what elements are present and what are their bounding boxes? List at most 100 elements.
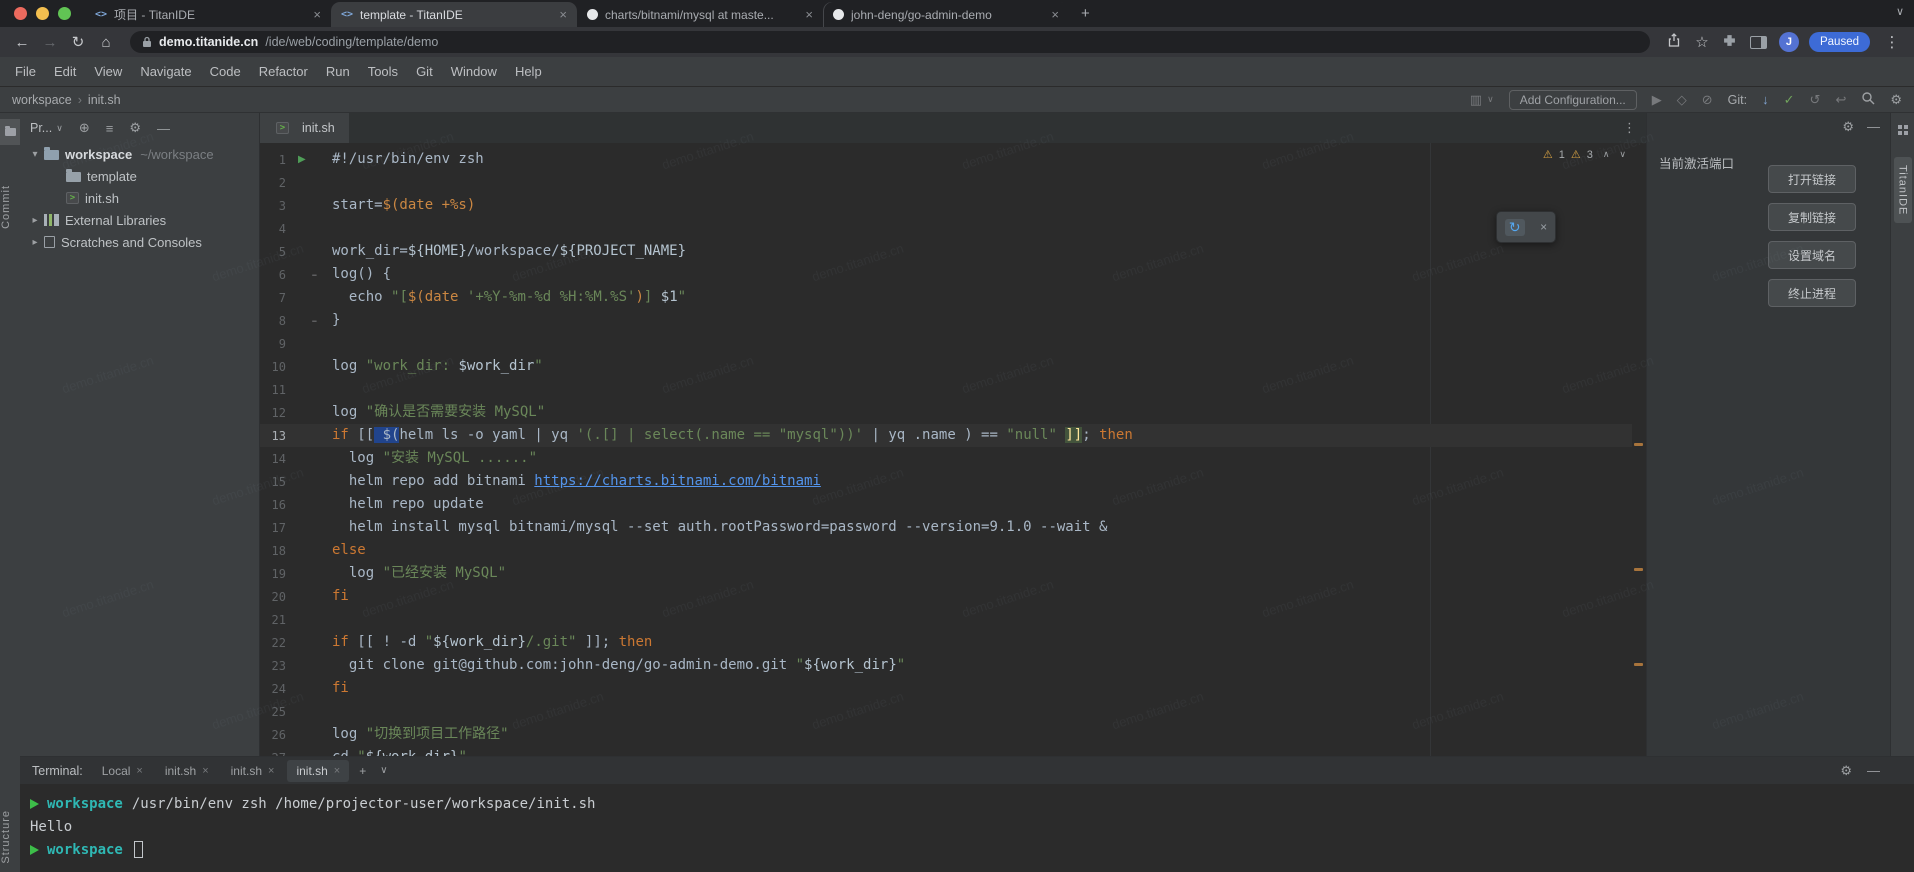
devices-dropdown-icon[interactable]: ∨	[1487, 94, 1494, 105]
browser-tab[interactable]: charts/bitnami/mysql at maste...×	[577, 2, 823, 27]
ports-settings-icon[interactable]: ⚙	[1842, 119, 1854, 135]
side-panel-icon[interactable]	[1750, 36, 1767, 49]
new-tab-button[interactable]: +	[1069, 5, 1102, 22]
tab-close-icon[interactable]: ×	[559, 8, 567, 21]
tree-expander-icon[interactable]: ▾	[28, 149, 42, 160]
fold-icon[interactable]: −	[286, 270, 320, 280]
menu-tools[interactable]: Tools	[359, 64, 407, 79]
locate-file-icon[interactable]: ⊕	[79, 120, 90, 136]
share-icon[interactable]	[1662, 33, 1686, 51]
search-everywhere-icon[interactable]	[1861, 91, 1875, 108]
scrollbar-warning-mark[interactable]	[1634, 663, 1643, 666]
code-line[interactable]: log "已经安装 MySQL"	[324, 562, 1632, 585]
menu-help[interactable]: Help	[506, 64, 551, 79]
code-line[interactable]: if [[ $(helm ls -o yaml | yq '(.[] | sel…	[324, 424, 1632, 447]
code-line[interactable]	[324, 171, 1632, 194]
code-line[interactable]: helm install mysql bitnami/mysql --set a…	[324, 516, 1632, 539]
code-line[interactable]: log "安装 MySQL ......"	[324, 447, 1632, 470]
tab-search-icon[interactable]: ∨	[1896, 5, 1904, 18]
menu-run[interactable]: Run	[317, 64, 359, 79]
port-action-button[interactable]: 终止进程	[1768, 279, 1856, 307]
port-action-button[interactable]: 复制链接	[1768, 203, 1856, 231]
menu-edit[interactable]: Edit	[45, 64, 85, 79]
chrome-menu-icon[interactable]: ⋮	[1880, 33, 1904, 51]
debug-button[interactable]: ◇	[1677, 92, 1687, 108]
grid-tool-icon[interactable]	[1898, 125, 1902, 129]
code-line[interactable]: fi	[324, 585, 1632, 608]
tree-expander-icon[interactable]: ▸	[28, 237, 42, 248]
code-line[interactable]: log "确认是否需要安装 MySQL"	[324, 401, 1632, 424]
code-line[interactable]	[324, 608, 1632, 631]
titanide-tool-button[interactable]: TitanIDE	[1894, 157, 1912, 223]
tab-close-icon[interactable]: ×	[1051, 8, 1059, 21]
refresh-ports-button[interactable]: ↻	[1505, 219, 1525, 236]
code-line[interactable]: log "切换到项目工作路径"	[324, 723, 1632, 746]
git-update-icon[interactable]: ↓	[1762, 92, 1769, 107]
terminal-settings-icon[interactable]: ⚙	[1840, 763, 1852, 779]
run-line-icon[interactable]: ▶	[286, 154, 320, 165]
port-action-button[interactable]: 打开链接	[1768, 165, 1856, 193]
minimize-window-button[interactable]	[36, 7, 49, 20]
code-line[interactable]: helm repo add bitnami https://charts.bit…	[324, 470, 1632, 493]
browser-tab[interactable]: <>项目 - TitanIDE×	[85, 2, 331, 27]
code-line[interactable]: fi	[324, 677, 1632, 700]
code-line[interactable]: helm repo update	[324, 493, 1632, 516]
code-line[interactable]	[324, 332, 1632, 355]
git-history-icon[interactable]: ↩	[1835, 92, 1846, 108]
tab-close-icon[interactable]: ×	[136, 765, 142, 777]
tab-close-icon[interactable]: ×	[334, 765, 340, 777]
hide-ports-panel-icon[interactable]: —	[1867, 119, 1880, 135]
terminal-tab[interactable]: init.sh×	[156, 760, 218, 782]
tab-close-icon[interactable]: ×	[268, 765, 274, 777]
menu-window[interactable]: Window	[442, 64, 506, 79]
tab-close-icon[interactable]: ×	[313, 8, 321, 21]
code-line[interactable]: git clone git@github.com:john-deng/go-ad…	[324, 654, 1632, 677]
tab-close-icon[interactable]: ×	[805, 8, 813, 21]
code-line[interactable]: else	[324, 539, 1632, 562]
terminal-tab[interactable]: init.sh×	[287, 760, 349, 782]
port-action-button[interactable]: 设置域名	[1768, 241, 1856, 269]
tree-expander-icon[interactable]: ▸	[28, 215, 42, 226]
breadcrumb-file[interactable]: init.sh	[88, 93, 121, 107]
fold-icon[interactable]: −	[286, 316, 320, 326]
fullscreen-window-button[interactable]	[58, 7, 71, 20]
collapse-all-icon[interactable]: ≡	[106, 121, 114, 136]
code-line[interactable]: log "work_dir: $work_dir"	[324, 355, 1632, 378]
run-button[interactable]: ▶	[1652, 92, 1662, 108]
prev-issue-icon[interactable]: ∧	[1603, 149, 1610, 160]
terminal-cursor[interactable]	[134, 841, 143, 858]
add-configuration-button[interactable]: Add Configuration...	[1509, 90, 1637, 110]
stop-button[interactable]: ⊘	[1702, 92, 1713, 108]
editor-tab-options-icon[interactable]: ⋮	[1623, 120, 1646, 136]
tree-item[interactable]: >init.sh	[20, 187, 259, 209]
tree-item[interactable]: ▸External Libraries	[20, 209, 259, 231]
tab-close-icon[interactable]: ×	[202, 765, 208, 777]
tree-item[interactable]: ▾workspace~/workspace	[20, 143, 259, 165]
sync-paused-badge[interactable]: Paused	[1809, 32, 1870, 52]
back-icon[interactable]: ←	[10, 34, 34, 51]
project-tool-button[interactable]	[0, 119, 20, 145]
menu-refactor[interactable]: Refactor	[250, 64, 317, 79]
scrollbar-warning-mark[interactable]	[1634, 443, 1643, 446]
menu-file[interactable]: File	[6, 64, 45, 79]
home-icon[interactable]: ⌂	[94, 34, 118, 51]
browser-tab[interactable]: <>template - TitanIDE×	[331, 2, 577, 27]
code-line[interactable]	[324, 217, 1632, 240]
git-commit-icon[interactable]: ✓	[1784, 92, 1795, 108]
code-line[interactable]: cd "${work_dir}"	[324, 746, 1632, 756]
menu-navigate[interactable]: Navigate	[131, 64, 200, 79]
profile-avatar[interactable]: J	[1779, 32, 1799, 52]
code-line[interactable]: }	[324, 309, 1632, 332]
code-line[interactable]: log() {	[324, 263, 1632, 286]
code-line[interactable]	[324, 378, 1632, 401]
browser-tab[interactable]: john-deng/go-admin-demo×	[823, 2, 1069, 27]
devices-icon[interactable]: ▥	[1470, 92, 1482, 108]
tree-item[interactable]: ▸Scratches and Consoles	[20, 231, 259, 253]
close-window-button[interactable]	[14, 7, 27, 20]
menu-view[interactable]: View	[85, 64, 131, 79]
ide-settings-icon[interactable]: ⚙	[1890, 92, 1902, 108]
git-rollback-icon[interactable]: ↺	[1810, 92, 1821, 108]
reload-icon[interactable]: ↻	[66, 33, 90, 51]
scrollbar-warning-mark[interactable]	[1634, 568, 1643, 571]
forward-icon[interactable]: →	[38, 34, 62, 51]
